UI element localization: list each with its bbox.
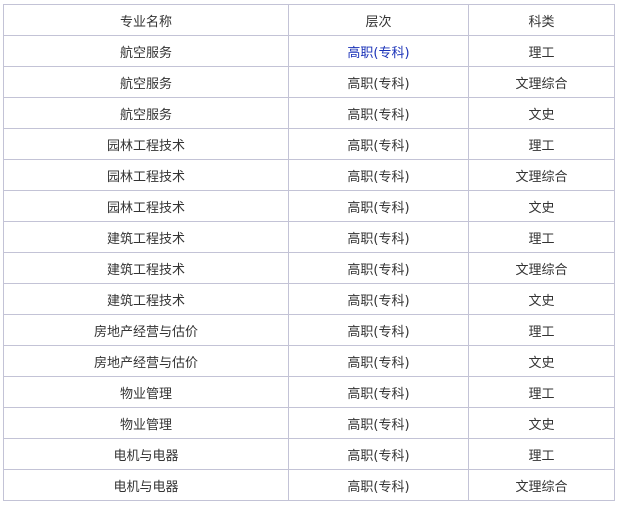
cell-major-name: 航空服务 [3,97,289,129]
cell-major-name: 航空服务 [3,35,289,67]
cell-major-name: 园林工程技术 [3,190,289,222]
cell-level: 高职(专科) [288,97,469,129]
header-major-name: 专业名称 [3,4,289,36]
cell-major-name: 物业管理 [3,407,289,439]
cell-category: 理工 [468,221,615,253]
cell-category: 理工 [468,376,615,408]
cell-category: 文史 [468,190,615,222]
cell-level: 高职(专科) [288,376,469,408]
table-row: 建筑工程技术 高职(专科) 文史 [3,283,615,315]
cell-major-name: 园林工程技术 [3,159,289,191]
cell-major-name: 电机与电器 [3,438,289,470]
table-header-row: 专业名称 层次 科类 [3,4,615,36]
cell-level: 高职(专科) [288,66,469,98]
table-row: 电机与电器 高职(专科) 理工 [3,438,615,470]
cell-level: 高职(专科) [288,252,469,284]
table-row: 房地产经营与估价 高职(专科) 理工 [3,314,615,346]
cell-major-name: 物业管理 [3,376,289,408]
cell-level: 高职(专科) [288,221,469,253]
cell-level: 高职(专科) [288,438,469,470]
cell-major-name: 园林工程技术 [3,128,289,160]
table-row: 航空服务 高职(专科) 理工 [3,35,615,67]
table-row: 电机与电器 高职(专科) 文理综合 [3,469,615,501]
cell-level: 高职(专科) [288,283,469,315]
cell-category: 文史 [468,407,615,439]
cell-category: 文理综合 [468,252,615,284]
table-row: 园林工程技术 高职(专科) 理工 [3,128,615,160]
table-row: 建筑工程技术 高职(专科) 理工 [3,221,615,253]
header-level: 层次 [288,4,469,36]
table-row: 航空服务 高职(专科) 文理综合 [3,66,615,98]
majors-table-container: 专业名称 层次 科类 航空服务 高职(专科) 理工 航空服务 高职(专科) 文理… [3,4,615,501]
table-row: 物业管理 高职(专科) 理工 [3,376,615,408]
cell-category: 文史 [468,283,615,315]
table-row: 物业管理 高职(专科) 文史 [3,407,615,439]
cell-major-name: 建筑工程技术 [3,252,289,284]
cell-level: 高职(专科) [288,407,469,439]
majors-table: 专业名称 层次 科类 航空服务 高职(专科) 理工 航空服务 高职(专科) 文理… [3,4,615,501]
cell-level: 高职(专科) [288,469,469,501]
table-row: 航空服务 高职(专科) 文史 [3,97,615,129]
cell-category: 文史 [468,345,615,377]
header-category: 科类 [468,4,615,36]
cell-level-link[interactable]: 高职(专科) [288,35,469,67]
cell-major-name: 建筑工程技术 [3,221,289,253]
cell-major-name: 房地产经营与估价 [3,314,289,346]
cell-category: 文理综合 [468,66,615,98]
table-row: 房地产经营与估价 高职(专科) 文史 [3,345,615,377]
table-row: 园林工程技术 高职(专科) 文史 [3,190,615,222]
cell-level: 高职(专科) [288,314,469,346]
table-row: 园林工程技术 高职(专科) 文理综合 [3,159,615,191]
cell-category: 理工 [468,128,615,160]
table-row: 建筑工程技术 高职(专科) 文理综合 [3,252,615,284]
cell-level: 高职(专科) [288,190,469,222]
cell-category: 文理综合 [468,159,615,191]
cell-major-name: 房地产经营与估价 [3,345,289,377]
cell-category: 理工 [468,35,615,67]
cell-category: 文理综合 [468,469,615,501]
cell-category: 文史 [468,97,615,129]
cell-category: 理工 [468,314,615,346]
cell-major-name: 航空服务 [3,66,289,98]
cell-major-name: 建筑工程技术 [3,283,289,315]
cell-level: 高职(专科) [288,345,469,377]
cell-category: 理工 [468,438,615,470]
cell-major-name: 电机与电器 [3,469,289,501]
cell-level: 高职(专科) [288,159,469,191]
cell-level: 高职(专科) [288,128,469,160]
